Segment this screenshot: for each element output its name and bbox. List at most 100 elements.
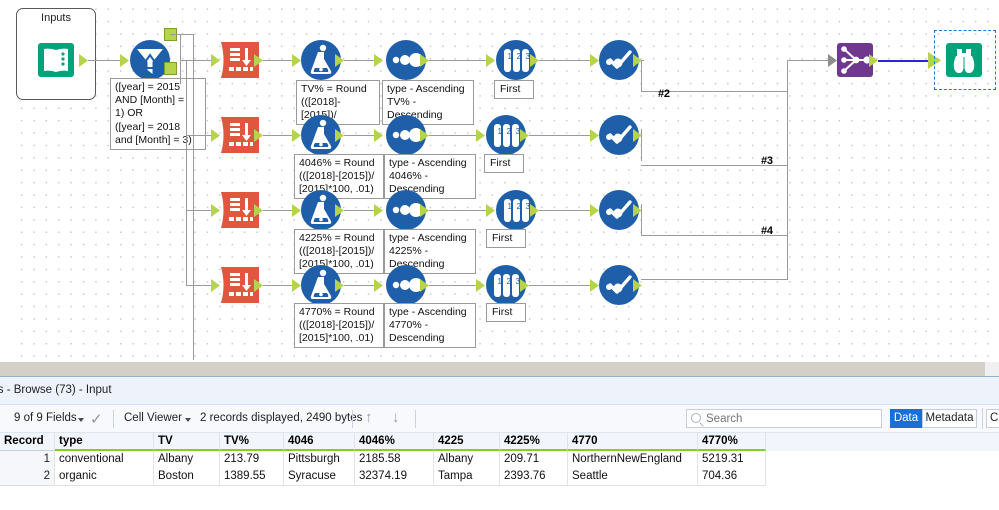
column-header-type[interactable]: type bbox=[55, 433, 154, 451]
cell-record: 1 bbox=[0, 451, 55, 468]
cell-type: conventional bbox=[55, 451, 154, 468]
column-header-tv-pct[interactable]: TV% bbox=[220, 433, 284, 451]
fields-selector-label[interactable]: 9 of 9 Fields bbox=[14, 412, 77, 424]
svg-text:1: 1 bbox=[508, 52, 513, 61]
svg-text:3: 3 bbox=[526, 202, 531, 211]
canvas-horizontal-scrollbar[interactable] bbox=[0, 362, 999, 376]
wire-filter-spur-a bbox=[180, 34, 182, 84]
search-icon bbox=[691, 413, 701, 423]
grid-header-row: Record type TV TV% 4046 4046% 4225 4225%… bbox=[0, 433, 999, 451]
chevron-down-icon[interactable] bbox=[78, 418, 84, 422]
wire-f3-to-s3 bbox=[344, 210, 375, 212]
table-row[interactable]: 1 conventional Albany 213.79 Pittsburgh … bbox=[0, 451, 999, 468]
table-row[interactable]: 2 organic Boston 1389.55 Syracuse 32374.… bbox=[0, 468, 999, 485]
svg-text:1: 1 bbox=[498, 277, 503, 286]
column-header-4770-pct[interactable]: 4770% bbox=[698, 433, 766, 451]
wire-s4-to-sam4 bbox=[429, 285, 477, 287]
wire-sam3-to-sel3 bbox=[539, 210, 591, 212]
toolbar-separator-2 bbox=[352, 410, 353, 428]
scroll-up-icon[interactable]: ↑ bbox=[365, 409, 373, 426]
chevron-down-icon[interactable] bbox=[185, 418, 191, 422]
wire-f4-to-s4 bbox=[344, 285, 375, 287]
wire-trunk-3 bbox=[186, 135, 188, 210]
svg-text:3: 3 bbox=[516, 277, 521, 286]
formula-annotation-4: 4770% = Round (([2018]-[2015])/ [2015]*1… bbox=[294, 303, 384, 348]
sort-2-in-anchor[interactable] bbox=[374, 129, 383, 142]
toolbar-separator-1 bbox=[113, 410, 114, 428]
wire-sam2-to-sel2 bbox=[529, 135, 591, 137]
scrollbar-corner bbox=[985, 362, 999, 376]
cell-4046: Pittsburgh bbox=[284, 451, 355, 468]
sort-1-in-anchor[interactable] bbox=[374, 54, 383, 67]
wire-to-transpose-1 bbox=[180, 60, 212, 62]
cell-4046: Syracuse bbox=[284, 468, 355, 485]
svg-text:2: 2 bbox=[517, 202, 522, 211]
results-data-grid[interactable]: Record type TV TV% 4046 4046% 4225 4225%… bbox=[0, 433, 999, 510]
wire-filter-branch-top bbox=[170, 34, 194, 36]
input-data-tool[interactable] bbox=[34, 38, 78, 82]
checkmark-icon[interactable]: ✓ bbox=[90, 410, 103, 428]
svg-text:1: 1 bbox=[508, 202, 513, 211]
column-header-4770[interactable]: 4770 bbox=[568, 433, 698, 451]
column-header-4225-pct[interactable]: 4225% bbox=[500, 433, 568, 451]
tab-metadata[interactable]: Metadata bbox=[922, 409, 977, 428]
results-tabbar[interactable]: lts - Browse (73) - Input bbox=[0, 377, 999, 405]
tab-overflow[interactable]: C bbox=[986, 409, 999, 428]
tab-data[interactable]: Data bbox=[890, 409, 922, 428]
canvas-left-margin bbox=[0, 0, 16, 362]
column-header-4046-pct[interactable]: 4046% bbox=[355, 433, 434, 451]
wire-f2-to-s2 bbox=[344, 135, 375, 137]
container-title: Inputs bbox=[41, 12, 71, 24]
workflow-canvas[interactable]: Inputs ([year] = 2015 AND [Month] = 1) O… bbox=[0, 0, 999, 362]
filter-annotation: ([year] = 2015 AND [Month] = 1) OR ([yea… bbox=[110, 78, 206, 150]
record-info-label: 2 records displayed, 2490 bytes bbox=[200, 412, 363, 424]
wire-sel1-down bbox=[641, 60, 643, 92]
sort-4-in-anchor[interactable] bbox=[374, 279, 383, 292]
wire-input-to-filter bbox=[88, 60, 121, 62]
cell-4770-pct: 704.36 bbox=[698, 468, 766, 485]
wire-to-transpose-2 bbox=[186, 135, 212, 137]
grid-bottom-border bbox=[0, 485, 766, 486]
sample-annotation-1: First 1 bbox=[494, 80, 534, 99]
wire-join-trunk bbox=[787, 60, 789, 280]
wire-t3-to-f3 bbox=[263, 210, 293, 212]
wire-t2-to-f2 bbox=[263, 135, 293, 137]
wire-filter-trunk bbox=[193, 34, 195, 360]
svg-text:2: 2 bbox=[507, 127, 512, 136]
column-header-4046[interactable]: 4046 bbox=[284, 433, 355, 451]
search-box[interactable] bbox=[686, 409, 882, 428]
column-header-tv[interactable]: TV bbox=[154, 433, 220, 451]
scroll-down-icon[interactable]: ↓ bbox=[392, 409, 400, 426]
cell-record: 2 bbox=[0, 468, 55, 485]
toolbar-separator-4 bbox=[982, 408, 983, 429]
filter-tool[interactable] bbox=[128, 38, 172, 82]
search-input[interactable] bbox=[706, 411, 876, 427]
results-tab-label[interactable]: lts - Browse (73) - Input bbox=[0, 384, 112, 396]
wire-trunk-to-join bbox=[787, 60, 831, 62]
cell-4770: NorthernNewEngland bbox=[568, 451, 698, 468]
browse-tool[interactable] bbox=[942, 38, 986, 82]
wire-to-transpose-3 bbox=[186, 210, 212, 212]
sample-annotation-4: First 1 bbox=[486, 303, 526, 322]
toolbar-separator-3 bbox=[415, 410, 416, 428]
column-header-record[interactable]: Record bbox=[0, 433, 55, 451]
cell-tv: Boston bbox=[154, 468, 220, 485]
wire-trunk-2 bbox=[186, 60, 188, 135]
column-header-4225[interactable]: 4225 bbox=[434, 433, 500, 451]
svg-text:3: 3 bbox=[526, 52, 531, 61]
book-icon bbox=[34, 38, 78, 82]
cell-4770: Seattle bbox=[568, 468, 698, 485]
wire-sam4-to-sel4 bbox=[529, 285, 591, 287]
cell-4225: Tampa bbox=[434, 468, 500, 485]
wire-sam1-to-sel1 bbox=[539, 60, 591, 62]
wire-t1-to-f1 bbox=[263, 60, 293, 62]
wire-s1-to-sam1 bbox=[429, 60, 487, 62]
cell-tv: Albany bbox=[154, 451, 220, 468]
wire-sel2-down bbox=[641, 129, 643, 161]
binoculars-icon bbox=[942, 38, 986, 82]
filter-false-output-anchor[interactable] bbox=[164, 62, 177, 75]
sort-3-in-anchor[interactable] bbox=[374, 204, 383, 217]
filter-funnel-icon bbox=[128, 38, 172, 82]
cell-viewer-label[interactable]: Cell Viewer bbox=[124, 412, 182, 424]
cell-tv-pct: 213.79 bbox=[220, 451, 284, 468]
